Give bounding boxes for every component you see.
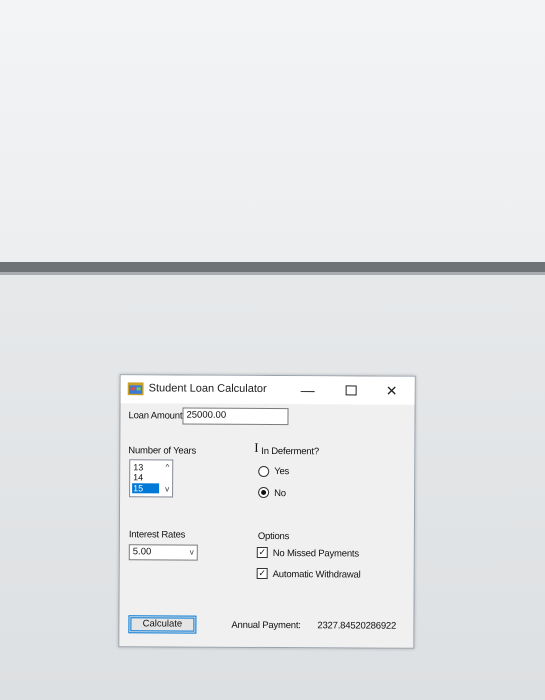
title-bar[interactable]: Student Loan Calculator — ✕ <box>120 375 415 405</box>
deferment-yes-radio[interactable] <box>258 465 270 478</box>
deferment-label: In Deferment? <box>261 445 319 458</box>
automatic-withdrawal-label[interactable]: Automatic Withdrawal <box>273 569 361 580</box>
chevron-down-icon[interactable]: v <box>165 484 169 493</box>
background-wall <box>0 0 545 262</box>
interest-rate-select[interactable]: 5.00 v <box>128 544 198 561</box>
annual-payment-label: Annual Payment: <box>231 619 301 632</box>
minimize-button[interactable]: — <box>295 380 321 400</box>
years-listbox[interactable]: 13 14 15 ^ v <box>129 459 174 498</box>
interest-rate-value: 5.00 <box>132 546 152 558</box>
deferment-yes-label[interactable]: Yes <box>274 466 289 477</box>
list-item[interactable]: 13 <box>132 462 159 472</box>
list-item-selected[interactable]: 15 <box>132 483 160 494</box>
text-cursor-icon: I <box>254 439 259 455</box>
deferment-no-label[interactable]: No <box>274 488 286 499</box>
list-item[interactable]: 14 <box>132 472 159 482</box>
options-label: Options <box>257 530 290 543</box>
minimize-icon: — <box>300 382 315 399</box>
monitor-edge <box>0 262 545 272</box>
radio-selected-dot <box>261 489 267 495</box>
loan-amount-label: Loan Amount <box>128 410 183 422</box>
chevron-down-icon[interactable]: v <box>190 548 194 557</box>
app-window-icon <box>127 382 144 396</box>
automatic-withdrawal-checkbox[interactable]: ✓ <box>256 567 268 580</box>
checkmark-icon: ✓ <box>258 546 267 557</box>
no-missed-payments-label[interactable]: No Missed Payments <box>273 548 359 559</box>
close-icon: ✕ <box>385 382 398 399</box>
checkmark-icon: ✓ <box>258 567 266 578</box>
annual-payment-value: 2327.84520286922 <box>317 620 397 632</box>
loan-amount-input[interactable]: 25000.00 <box>182 407 289 426</box>
window-title: Student Loan Calculator <box>148 382 267 395</box>
maximize-button[interactable] <box>338 380 364 400</box>
interest-rates-label: Interest Rates <box>128 529 186 541</box>
maximize-icon <box>345 385 357 396</box>
deferment-no-radio[interactable] <box>258 486 270 499</box>
number-of-years-label: Number of Years <box>128 445 197 457</box>
close-button[interactable]: ✕ <box>379 381 405 401</box>
chevron-up-icon[interactable]: ^ <box>165 462 169 471</box>
loan-calculator-window: Student Loan Calculator — ✕ Loan Amount … <box>118 374 416 649</box>
calculate-button[interactable]: Calculate <box>128 615 197 634</box>
no-missed-payments-checkbox[interactable]: ✓ <box>256 546 268 559</box>
